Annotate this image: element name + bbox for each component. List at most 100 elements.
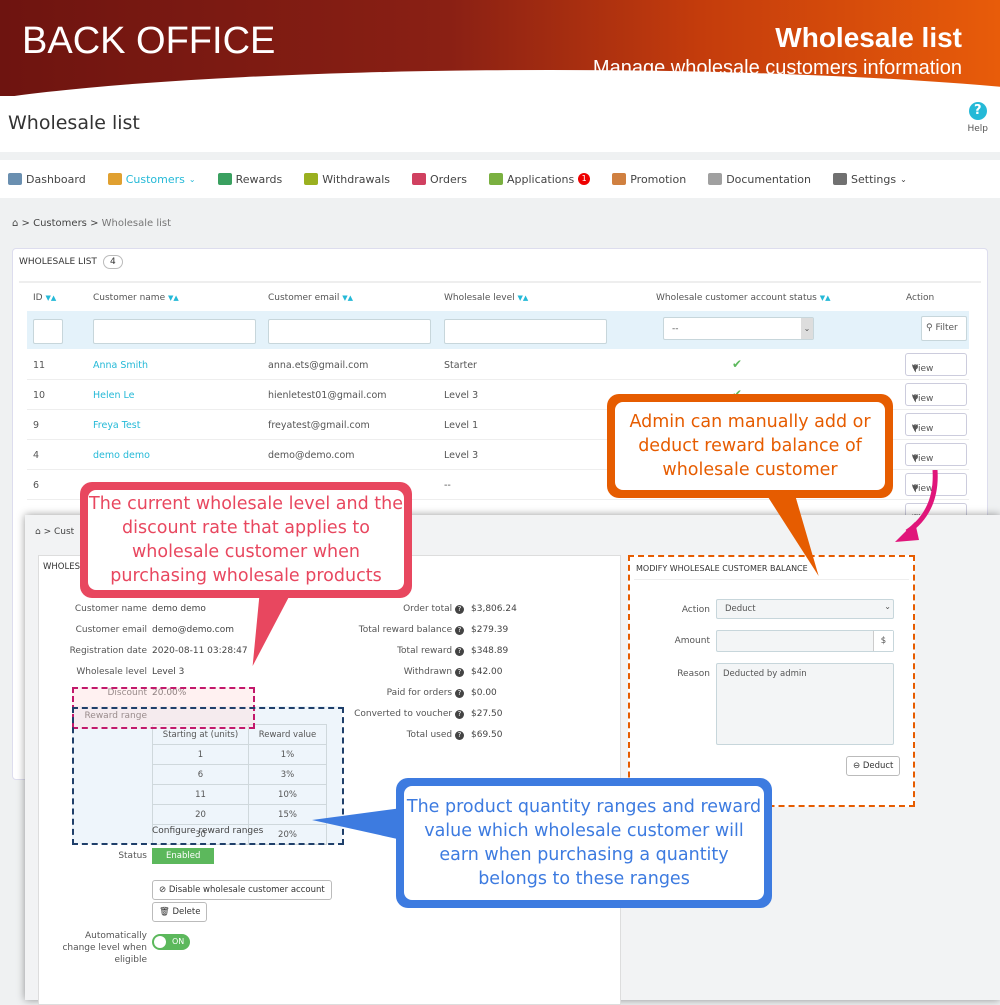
nav-item-orders[interactable]: Orders <box>412 173 467 186</box>
chevron-down-icon: ⌄ <box>900 174 907 184</box>
deduct-button[interactable]: ⊖ Deduct <box>846 756 901 776</box>
nav-label: Documentation <box>726 172 811 186</box>
banner-right-title: Wholesale list <box>775 22 962 53</box>
wholesale-level: Level 3 <box>444 450 479 461</box>
breadcrumb-customers[interactable]: Customers <box>33 218 87 229</box>
view-button[interactable]: ⚲View▼ <box>905 443 967 466</box>
notification-badge: 1 <box>578 173 591 185</box>
stat-value: $3,806.24 <box>471 604 517 614</box>
promotion-icon <box>612 173 627 185</box>
help-label: Help <box>967 124 988 134</box>
field-label: Customer email <box>75 625 147 635</box>
filter-button[interactable]: ⚲ Filter <box>921 316 967 341</box>
column-action: Action <box>906 293 935 303</box>
reason-textarea[interactable]: Deducted by admin <box>716 663 894 745</box>
customers-icon <box>107 173 122 185</box>
wholesale-level: Starter <box>444 360 477 371</box>
nav-item-rewards[interactable]: Rewards <box>217 173 282 186</box>
detail-breadcrumb: ⌂ > Cust <box>35 527 75 537</box>
nav-item-applications[interactable]: Applications 1 <box>489 172 591 186</box>
customer-name-link[interactable]: Anna Smith <box>93 360 148 371</box>
filter-status-select[interactable]: -- ⌄ <box>663 317 814 340</box>
dashboard-icon <box>8 173 22 185</box>
view-button[interactable]: ⚲View▼ <box>905 353 967 376</box>
amount-label: Amount <box>674 636 710 646</box>
withdrawals-icon <box>304 173 319 185</box>
nav-item-settings[interactable]: Settings ⌄ <box>833 173 907 186</box>
filter-level-input[interactable] <box>444 319 607 344</box>
modify-balance-card: MODIFY WHOLESALE CUSTOMER BALANCE Action… <box>628 555 915 807</box>
field-value: 2020-08-11 03:28:47 <box>152 646 248 656</box>
field-label: Wholesale level <box>76 667 147 677</box>
nav-label: Customers <box>125 172 185 186</box>
delete-button[interactable]: 🗑 Delete <box>152 902 208 922</box>
help-icon: ? <box>455 731 464 740</box>
arrow-icon <box>895 470 938 542</box>
action-label: Action <box>681 605 710 615</box>
help-icon: ? <box>455 668 464 677</box>
filter-email-input[interactable] <box>268 319 431 344</box>
callout-ranges: The product quantity ranges and reward v… <box>396 778 772 908</box>
nav-label: Dashboard <box>26 172 86 186</box>
disable-account-button[interactable]: ⊘ Disable wholesale customer account <box>152 880 332 900</box>
caret-down-icon[interactable]: ▼ <box>912 424 917 432</box>
filter-name-input[interactable] <box>93 319 256 344</box>
nav-item-withdrawals[interactable]: Withdrawals <box>304 173 390 186</box>
caret-down-icon[interactable]: ▼ <box>912 394 917 402</box>
auto-level-toggle[interactable]: ON <box>152 934 190 950</box>
callout-level: The current wholesale level and the disc… <box>80 482 412 598</box>
banner-left-title: BACK OFFICE <box>22 20 276 62</box>
amount-input[interactable]: $ <box>716 630 894 652</box>
page-title: Wholesale list <box>8 112 140 134</box>
customer-email: demo@demo.com <box>268 450 355 461</box>
panel-title: WHOLESALE LIST <box>19 257 97 267</box>
nav-item-dashboard[interactable]: Dashboard <box>8 173 86 186</box>
customer-name-link[interactable]: Helen Le <box>93 390 134 401</box>
stat-value: $42.00 <box>471 667 503 677</box>
customer-name-link[interactable]: demo demo <box>93 450 150 461</box>
banner-subtitle: Manage wholesale customers information <box>592 57 962 79</box>
view-button[interactable]: ⚲View▼ <box>905 413 967 436</box>
action-select[interactable]: Deduct ⌄ <box>716 599 894 619</box>
column-status[interactable]: Wholesale customer account status ▼▲ <box>656 293 831 303</box>
title-bar: Wholesale list ? Help <box>0 96 1000 152</box>
check-icon: ✔ <box>732 357 743 371</box>
range-highlight <box>72 707 344 845</box>
wholesale-level: Level 3 <box>444 390 479 401</box>
caret-down-icon[interactable]: ▼ <box>912 364 917 372</box>
row-id: 10 <box>33 390 46 401</box>
status-label: Status <box>118 851 147 861</box>
nav-label: Applications <box>507 172 575 186</box>
stat-label: Paid for orders ? <box>239 688 464 698</box>
row-id: 11 <box>33 360 46 371</box>
stat-value: $27.50 <box>471 709 503 719</box>
stat-value: $69.50 <box>471 730 503 740</box>
help-button[interactable]: ? Help <box>967 102 988 134</box>
help-icon: ? <box>455 626 464 635</box>
column-id[interactable]: ID ▼▲ <box>33 293 56 303</box>
chevron-down-icon: ⌄ <box>188 174 196 184</box>
caret-down-icon[interactable]: ▼ <box>912 454 917 462</box>
column-email[interactable]: Customer email ▼▲ <box>268 293 353 303</box>
view-button[interactable]: ⚲View▼ <box>905 383 967 406</box>
filter-id-input[interactable] <box>33 319 63 344</box>
column-name[interactable]: Customer name ▼▲ <box>93 293 179 303</box>
reason-label: Reason <box>677 669 710 679</box>
nav-item-promotion[interactable]: Promotion <box>612 173 686 186</box>
row-id: 9 <box>33 420 40 431</box>
help-icon: ? <box>455 710 464 719</box>
breadcrumb-current: Wholesale list <box>101 218 172 229</box>
breadcrumb: ⌂ > Customers > Wholesale list <box>12 218 172 229</box>
field-value: Level 3 <box>152 667 185 677</box>
customer-email: anna.ets@gmail.com <box>268 360 369 371</box>
orders-icon <box>412 173 427 185</box>
column-level[interactable]: Wholesale level ▼▲ <box>444 293 528 303</box>
home-icon[interactable]: ⌂ <box>12 218 18 229</box>
customer-name-link[interactable]: Freya Test <box>93 420 141 431</box>
filter-row: -- ⌄ ⚲ Filter <box>27 311 969 349</box>
auto-level-label: Automatically change level when eligible <box>62 931 147 965</box>
documentation-icon <box>708 173 723 185</box>
nav-item-documentation[interactable]: Documentation <box>708 173 811 186</box>
count-badge: 4 <box>102 255 123 269</box>
nav-item-customers[interactable]: Customers ⌄ <box>107 172 196 186</box>
